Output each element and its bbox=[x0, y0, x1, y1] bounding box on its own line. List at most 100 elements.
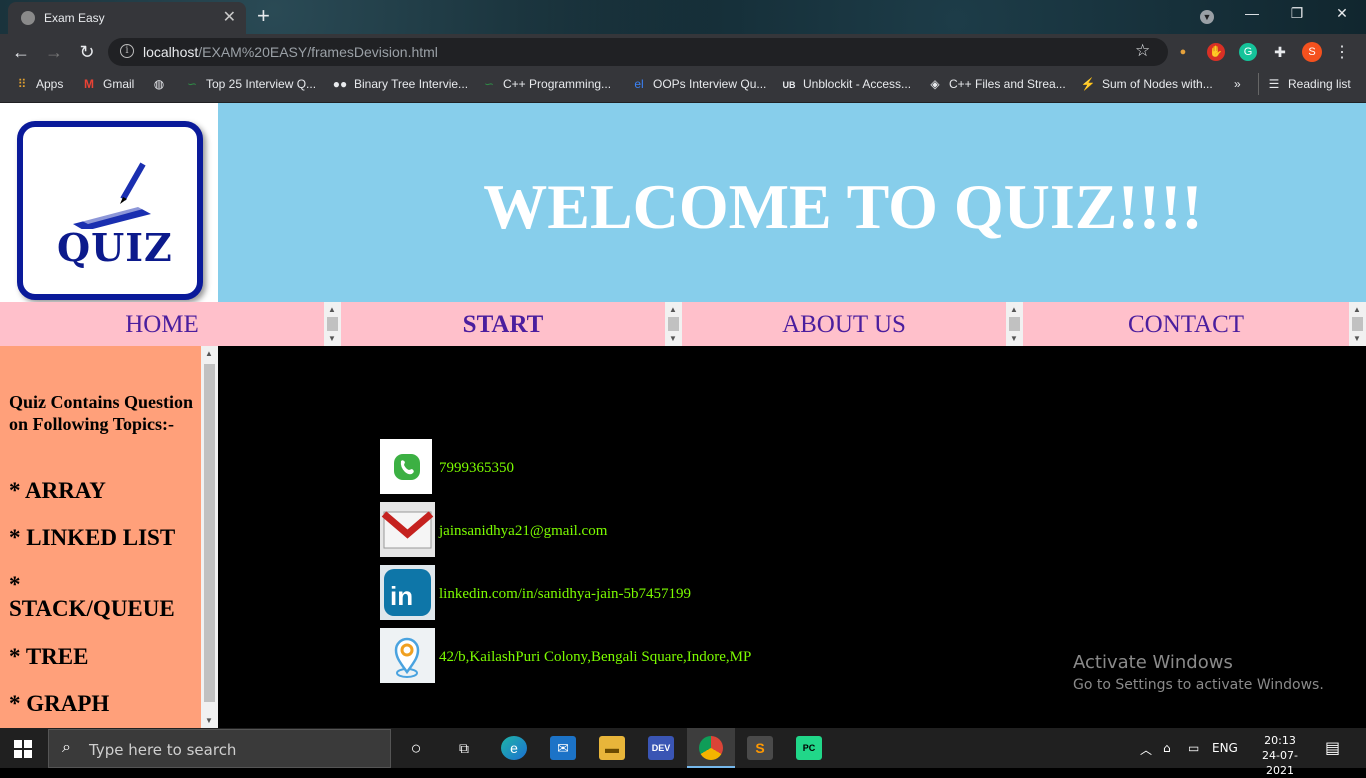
medium-icon: ●● bbox=[332, 77, 348, 91]
cortana-icon[interactable]: ○ bbox=[403, 736, 429, 760]
scroll-up-icon[interactable]: ▲ bbox=[205, 349, 213, 358]
scroll-down-icon[interactable]: ▼ bbox=[1353, 334, 1361, 343]
topics-intro: Quiz Contains Question on Following Topi… bbox=[9, 392, 194, 434]
tab-title: Exam Easy bbox=[44, 11, 105, 25]
bookmark-cpp-programming[interactable]: ∽ C++ Programming... bbox=[481, 77, 611, 91]
back-arrow-icon[interactable]: ← bbox=[10, 42, 32, 63]
extensions-puzzle-icon[interactable]: ✚ bbox=[1271, 43, 1289, 61]
contact-address: 42/b,KailashPuri Colony,Bengali Square,I… bbox=[439, 649, 752, 665]
url-text[interactable]: localhost/EXAM%20EASY/framesDevision.htm… bbox=[143, 44, 438, 60]
scroll-thumb[interactable] bbox=[204, 364, 215, 702]
clock-time: 20:13 bbox=[1264, 734, 1296, 747]
system-clock[interactable]: 20:13 24-07-2021 bbox=[1256, 733, 1304, 778]
contact-email[interactable]: jainsanidhya21@gmail.com bbox=[439, 523, 607, 540]
task-view-icon[interactable]: ⧉ bbox=[451, 736, 477, 760]
topic-item: * GRAPH bbox=[9, 691, 110, 716]
browser-tab[interactable]: Exam Easy ✕ bbox=[8, 2, 246, 34]
profile-avatar[interactable]: S bbox=[1302, 42, 1322, 62]
scrollbar[interactable]: ▲ ▼ bbox=[665, 302, 682, 346]
scrollbar[interactable]: ▲ ▼ bbox=[1006, 302, 1023, 346]
logo-text: QUIZ bbox=[57, 225, 173, 270]
globe-icon bbox=[21, 11, 35, 25]
bookmark-star-icon[interactable]: ☆ bbox=[1135, 41, 1150, 61]
bookmark-binary-tree[interactable]: ●● Binary Tree Intervie... bbox=[332, 77, 468, 91]
nav-link-about-us[interactable]: ABOUT US bbox=[682, 311, 1006, 339]
lightbulb-extension-icon[interactable]: ● bbox=[1174, 43, 1192, 61]
svg-text:in: in bbox=[390, 581, 413, 611]
grammarly-extension-icon[interactable]: G bbox=[1239, 43, 1257, 61]
ub-icon: UB bbox=[782, 80, 796, 90]
contact-linkedin[interactable]: linkedin.com/in/sanidhya-jain-5b7457199 bbox=[439, 586, 691, 603]
url-host: localhost bbox=[143, 44, 199, 60]
windows-start-icon[interactable] bbox=[14, 740, 32, 758]
hackerrank-icon: ⚡ bbox=[1080, 77, 1096, 91]
reading-list-button[interactable]: ☰ Reading list bbox=[1266, 77, 1351, 91]
scroll-down-icon[interactable]: ▼ bbox=[205, 716, 213, 725]
nav-frame-about: ABOUT US ▲ ▼ bbox=[682, 302, 1023, 346]
edge-icon[interactable]: e bbox=[501, 736, 527, 760]
scroll-up-icon[interactable]: ▲ bbox=[328, 305, 336, 314]
reload-icon[interactable]: ↻ bbox=[76, 42, 98, 63]
scroll-thumb[interactable] bbox=[327, 317, 338, 331]
show-hidden-icons-chevron[interactable]: ︿ bbox=[1140, 741, 1152, 758]
restore-button[interactable]: ❐ bbox=[1282, 5, 1312, 22]
bookmark-gmail[interactable]: M Gmail bbox=[81, 77, 134, 91]
bookmark-cpp-files[interactable]: ◈ C++ Files and Strea... bbox=[927, 77, 1065, 91]
reading-list-icon: ☰ bbox=[1268, 77, 1280, 91]
chrome-menu-icon[interactable]: ⋮ bbox=[1334, 42, 1350, 62]
forward-arrow-icon[interactable]: → bbox=[43, 42, 65, 63]
language-indicator[interactable]: ENG bbox=[1212, 741, 1238, 755]
gfg-icon: ∽ bbox=[186, 77, 198, 91]
bookmarks-overflow-button[interactable]: » bbox=[1234, 77, 1241, 91]
sidebar-scrollbar[interactable]: ▲ ▼ bbox=[201, 346, 218, 728]
tutorialspoint-icon: ◈ bbox=[930, 77, 940, 91]
nav-link-contact[interactable]: CONTACT bbox=[1023, 311, 1349, 339]
contact-phone: 7999365350 bbox=[439, 460, 514, 476]
mail-icon[interactable]: ✉ bbox=[550, 736, 576, 760]
phone-icon bbox=[380, 439, 432, 494]
scroll-down-icon[interactable]: ▼ bbox=[1010, 334, 1018, 343]
url-path: /EXAM%20EASY/framesDevision.html bbox=[198, 44, 438, 60]
scroll-up-icon[interactable]: ▲ bbox=[669, 305, 677, 314]
gfg-icon: ∽ bbox=[483, 77, 495, 91]
sublime-text-icon[interactable]: S bbox=[747, 736, 773, 760]
new-tab-button[interactable]: + bbox=[257, 3, 270, 29]
bookmark-unblockit[interactable]: UB Unblockit - Access... bbox=[781, 77, 912, 91]
bookmark-globe[interactable]: ◍ bbox=[151, 77, 173, 91]
file-explorer-icon[interactable]: ▬ bbox=[599, 736, 625, 760]
globe-icon: ◍ bbox=[153, 77, 165, 91]
nav-link-home[interactable]: HOME bbox=[0, 311, 324, 339]
notifications-icon[interactable]: ▤ bbox=[1325, 738, 1340, 757]
bookmark-sum-nodes[interactable]: ⚡ Sum of Nodes with... bbox=[1080, 77, 1213, 91]
pycharm-icon[interactable]: PC bbox=[796, 736, 822, 760]
chrome-taskbar-button[interactable] bbox=[687, 728, 735, 768]
bookmark-top25[interactable]: ∽ Top 25 Interview Q... bbox=[184, 77, 316, 91]
site-info-icon[interactable]: i bbox=[120, 44, 134, 58]
scroll-up-icon[interactable]: ▲ bbox=[1010, 305, 1018, 314]
scroll-down-icon[interactable]: ▼ bbox=[669, 334, 677, 343]
scrollbar[interactable]: ▲ ▼ bbox=[1349, 302, 1366, 346]
minimize-button[interactable]: — bbox=[1237, 5, 1267, 21]
activate-windows-watermark: Activate Windows Go to Settings to activ… bbox=[1073, 652, 1324, 693]
bookmarks-divider bbox=[1258, 73, 1259, 95]
scroll-thumb[interactable] bbox=[668, 317, 679, 331]
battery-icon[interactable]: ▭ bbox=[1188, 741, 1199, 755]
scrollbar[interactable]: ▲ ▼ bbox=[324, 302, 341, 346]
taskbar-search-box[interactable]: ⌕ Type here to search bbox=[48, 729, 391, 768]
gmail-icon: M bbox=[84, 77, 94, 91]
nav-link-start[interactable]: START bbox=[341, 311, 665, 339]
close-tab-icon[interactable]: ✕ bbox=[223, 7, 236, 27]
close-window-button[interactable]: ✕ bbox=[1327, 5, 1357, 22]
network-icon[interactable]: ⌂ bbox=[1163, 741, 1171, 755]
scroll-thumb[interactable] bbox=[1352, 317, 1363, 331]
bookmark-apps[interactable]: ⠿ Apps bbox=[14, 77, 64, 91]
adblock-extension-icon[interactable]: ✋ bbox=[1207, 43, 1225, 61]
nav-frame-contact: CONTACT ▲ ▼ bbox=[1023, 302, 1366, 346]
tab-search-icon[interactable]: ▼ bbox=[1192, 7, 1222, 24]
scroll-down-icon[interactable]: ▼ bbox=[328, 334, 336, 343]
bookmark-oops[interactable]: el OOPs Interview Qu... bbox=[631, 77, 766, 91]
search-icon: ⌕ bbox=[62, 739, 71, 756]
scroll-up-icon[interactable]: ▲ bbox=[1353, 305, 1361, 314]
scroll-thumb[interactable] bbox=[1009, 317, 1020, 331]
dev-cpp-icon[interactable]: DEV bbox=[648, 736, 674, 760]
